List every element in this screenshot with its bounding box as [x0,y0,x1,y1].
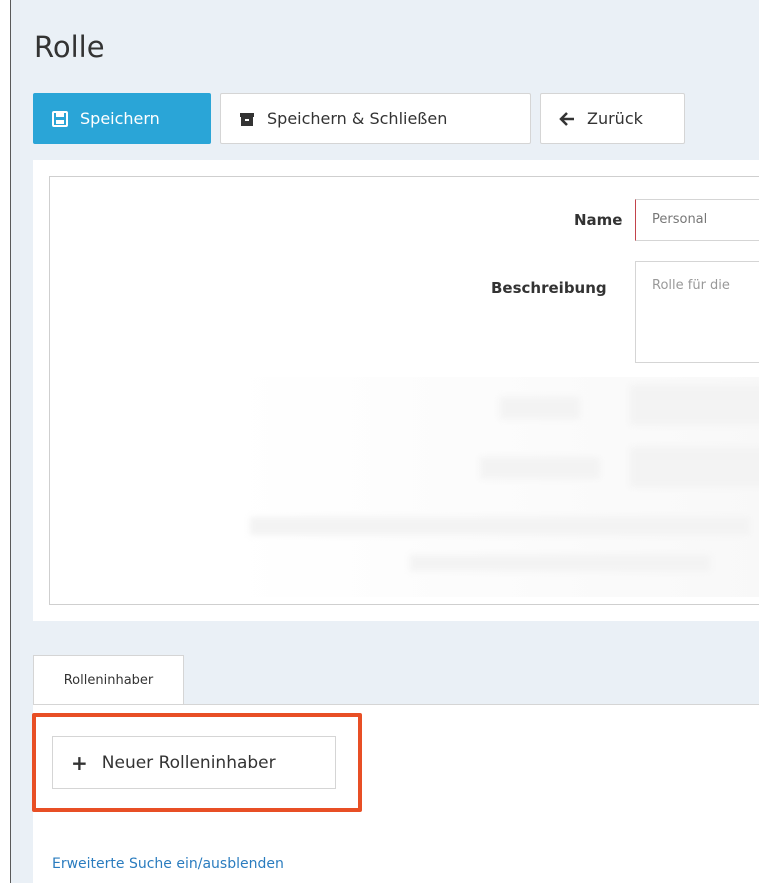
arrow-left-icon [559,111,575,127]
save-button-label: Speichern [80,109,160,128]
description-label: Beschreibung [491,279,607,297]
back-label: Zurück [587,109,643,128]
highlight-box [32,713,362,812]
advanced-search-toggle-link[interactable]: Erweiterte Suche ein/ausblenden [52,856,284,872]
back-button[interactable]: Zurück [540,93,685,144]
name-field[interactable]: Personal [635,199,759,241]
role-form-panel: Name Personal Beschreibung Rolle für die [33,160,759,621]
save-icon [52,110,68,127]
blurred-form-area [230,377,759,597]
archive-icon [239,111,255,127]
save-and-close-label: Speichern & Schließen [267,109,448,128]
save-button[interactable]: Speichern [33,93,211,144]
save-and-close-button[interactable]: Speichern & Schließen [220,93,531,144]
name-label: Name [574,211,623,229]
role-form: Name Personal Beschreibung Rolle für die [49,176,759,605]
page-title: Rolle [34,30,105,64]
description-field[interactable]: Rolle für die [635,261,759,363]
tab-rolleninhaber[interactable]: Rolleninhaber [33,655,184,705]
window-left-edge [0,0,11,883]
